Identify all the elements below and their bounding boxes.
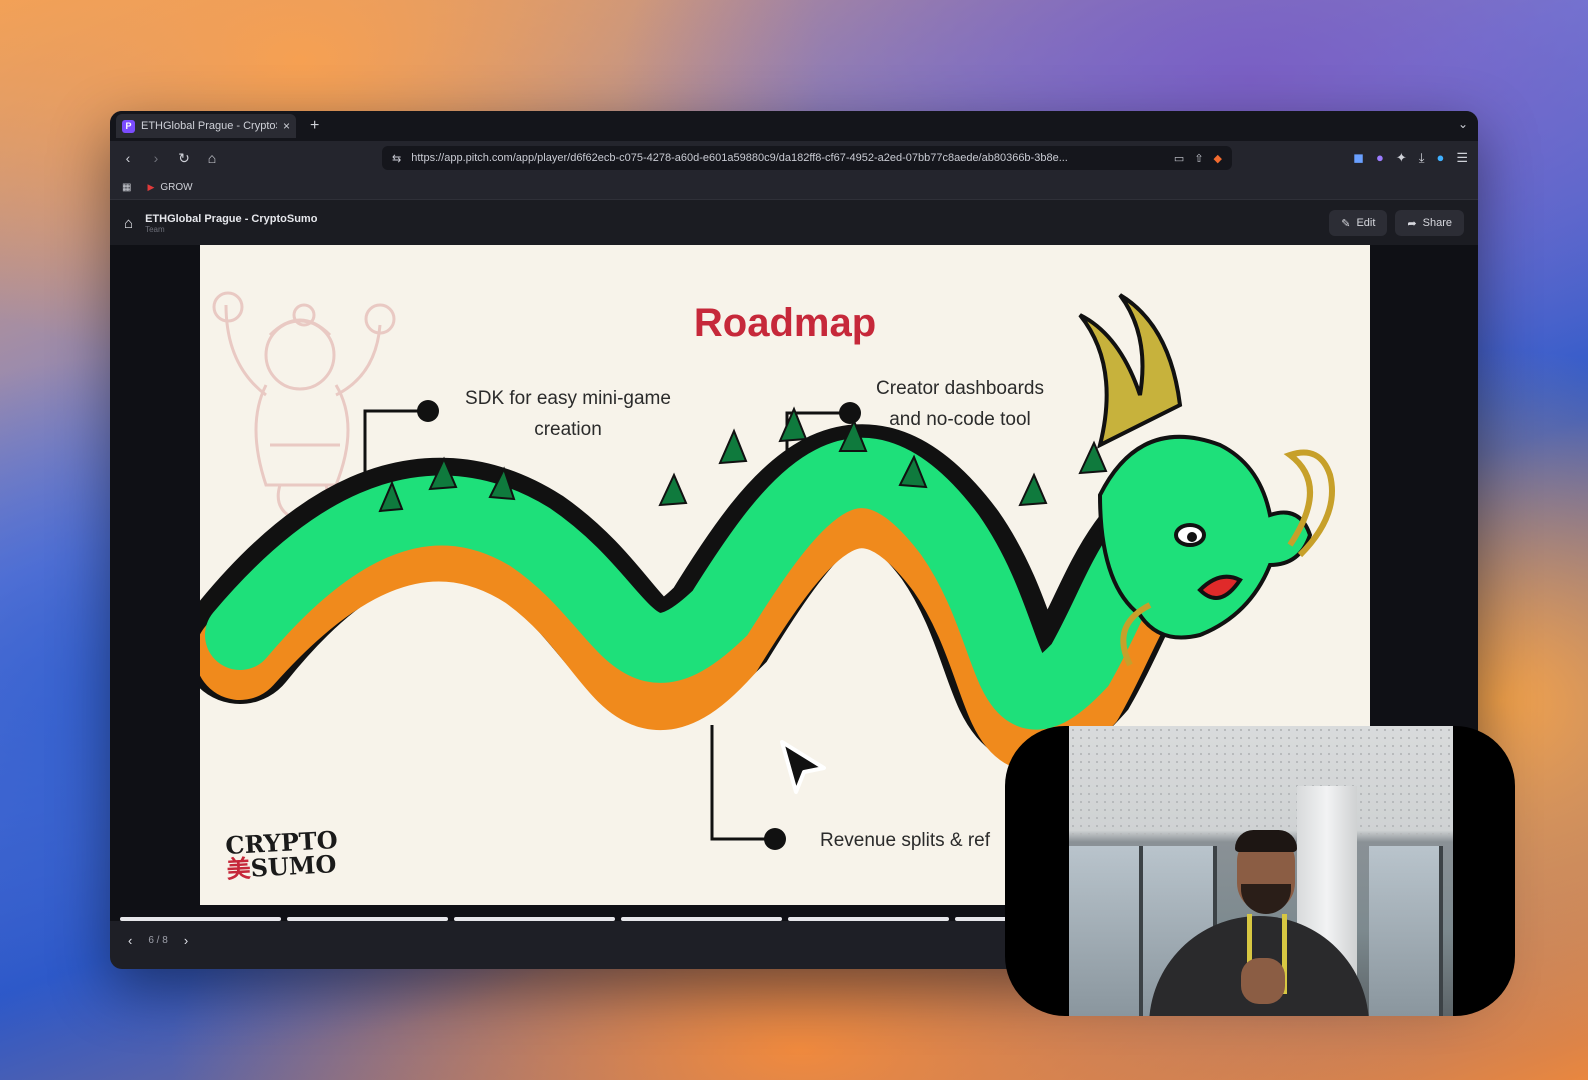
apps-grid-icon[interactable]: ▦ [122,182,131,193]
back-icon[interactable]: ‹ [120,150,136,166]
edit-button[interactable]: ✎ Edit [1329,210,1388,236]
share-arrow-icon: ➦ [1407,217,1417,230]
webcam-overlay[interactable] [1005,726,1515,1016]
cast-icon[interactable]: ▭ [1174,152,1184,165]
logo-line-2: SUMO [249,849,338,883]
presentation-title: ETHGlobal Prague - CryptoSumo [145,212,318,225]
address-bar[interactable]: ⇆ https://app.pitch.com/app/player/d6f62… [382,146,1232,170]
presenter-hands [1241,958,1285,1004]
progress-segment[interactable] [621,917,782,921]
edit-label: Edit [1356,217,1376,229]
extensions: ◼ ● ✦ ⤓ ● ☰ [1353,150,1468,166]
cryptosumo-logo: CRYPTO 美SUMO [225,825,340,884]
extension-icon[interactable]: ◼ [1353,150,1364,166]
bookmark-grow[interactable]: ▶ GROW [147,182,192,193]
presentation-info: ETHGlobal Prague - CryptoSumo Team [145,213,317,234]
window-pane [1069,846,1143,1016]
bookmark-label: GROW [160,181,193,193]
pencil-icon: ✎ [1341,217,1351,230]
reload-icon[interactable]: ↻ [176,150,192,167]
prev-slide-icon[interactable]: ‹ [128,933,132,948]
share-label: Share [1422,217,1452,229]
milestone-creator-dashboards: Creator dashboards and no-code tool [876,378,1044,430]
mouse-cursor-icon [780,740,826,794]
header-actions: ✎ Edit ➦ Share [1329,210,1464,236]
bookmark-icon: ▶ [147,181,155,192]
extension-icon[interactable]: ● [1436,150,1444,166]
puzzle-icon[interactable]: ✦ [1396,150,1407,166]
webcam-video [1069,726,1453,1016]
progress-segment[interactable] [454,917,615,921]
presenter-beard [1241,884,1291,914]
url-text[interactable]: https://app.pitch.com/app/player/d6f62ec… [411,152,1164,164]
browser-tab[interactable]: P ETHGlobal Prague - CryptoSumo × [116,114,296,138]
home-icon[interactable]: ⌂ [204,150,220,166]
logo-mark: 美 [225,853,252,884]
pitch-favicon-icon: P [122,119,135,133]
new-tab-button[interactable]: + [310,117,319,135]
next-slide-icon[interactable]: › [184,933,188,948]
progress-segment[interactable] [788,917,949,921]
brave-shield-icon[interactable]: ◆ [1214,152,1222,165]
progress-segment[interactable] [287,917,448,921]
presentation-subtitle: Team [145,224,165,234]
tab-bar: P ETHGlobal Prague - CryptoSumo × + ⌄ [110,111,1478,141]
forward-icon[interactable]: › [148,150,164,166]
slide-counter: 6 / 8 [148,935,168,946]
home-icon[interactable]: ⌂ [124,215,133,232]
ceiling-pattern [1069,726,1453,836]
bookmarks-bar: ▦ ▶ GROW [110,175,1478,200]
milestone-sdk: SDK for easy mini-game creation [465,388,671,440]
pitch-header: ⌂ ETHGlobal Prague - CryptoSumo Team ✎ Ed… [110,200,1478,246]
chevron-down-icon[interactable]: ⌄ [1458,117,1468,131]
progress-segment[interactable] [120,917,281,921]
presenter-hair [1235,830,1297,852]
slide-navigation: ‹ 6 / 8 › [128,933,188,948]
nav-bar: ‹ › ↻ ⌂ ⇆ https://app.pitch.com/app/play… [110,141,1478,175]
extension-icon[interactable]: ● [1376,150,1384,166]
site-settings-icon[interactable]: ⇆ [392,152,401,165]
window-pane [1369,846,1443,1016]
share-page-icon[interactable]: ⇧ [1194,152,1203,165]
close-tab-icon[interactable]: × [283,119,290,133]
download-icon[interactable]: ⤓ [1419,150,1425,166]
menu-icon[interactable]: ☰ [1456,150,1468,166]
tab-title: ETHGlobal Prague - CryptoSumo [141,120,277,132]
share-button[interactable]: ➦ Share [1395,210,1464,236]
